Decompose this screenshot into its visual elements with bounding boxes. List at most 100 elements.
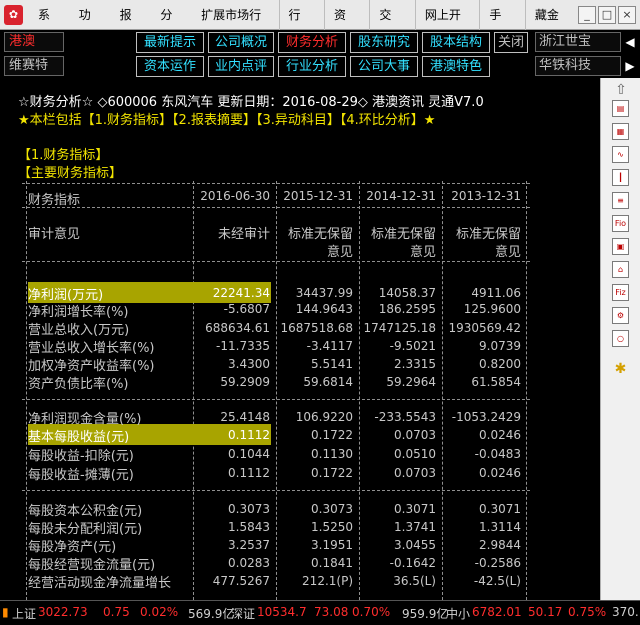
- audit-value: 标准无保留: [370, 227, 436, 242]
- menu-function[interactable]: 功能: [70, 0, 111, 52]
- tab-shareholder-research[interactable]: 股东研究: [350, 32, 418, 53]
- section-title: 【1.财务指标】: [18, 148, 109, 163]
- cell-value: 1930569.42: [448, 321, 521, 335]
- cell-value: 0.1841: [311, 556, 353, 570]
- menu-treasure[interactable]: 藏金阁: [524, 0, 578, 52]
- sh-label: 上证: [12, 607, 37, 621]
- cell-value: 2.9844: [479, 538, 521, 552]
- cell-value: 0.0246: [479, 466, 521, 480]
- tab-financial-analysis[interactable]: 财务分析: [278, 32, 346, 53]
- row-label: 每股资本公积金(元): [28, 504, 143, 519]
- circle-icon[interactable]: ○: [612, 330, 629, 347]
- audit-value-line2: 意见: [409, 245, 436, 260]
- tab-company-events[interactable]: 公司大事: [350, 56, 418, 77]
- cell-value: 5.5141: [311, 357, 353, 371]
- zx-change: 50.17: [528, 605, 563, 619]
- menu-mobile[interactable]: 手 机: [479, 0, 524, 52]
- f10-nav-bar: 港澳 维赛特 最新提示 公司概况 财务分析 股东研究 股本结构 关闭 资本运作 …: [0, 30, 640, 78]
- menu-open-account[interactable]: 网上开户: [414, 0, 480, 52]
- cell-value: 59.6814: [303, 375, 353, 389]
- zx-label: 中小: [446, 607, 471, 621]
- column-header: 2014-12-31: [366, 189, 436, 203]
- cell-value: 0.1722: [311, 466, 353, 480]
- cell-value: 0.0283: [228, 556, 270, 570]
- sz-pct: 0.70%: [352, 605, 391, 619]
- cell-value: 59.2909: [220, 375, 270, 389]
- cell-value: 0.0703: [394, 428, 436, 442]
- arrow-right-icon[interactable]: ▶: [622, 56, 638, 76]
- tab-share-structure[interactable]: 股本结构: [422, 32, 490, 53]
- financial-analysis-panel: ☆财务分析☆ ◇600006 东风汽车 更新日期：2016-08-29◇ 港澳资…: [0, 78, 600, 600]
- related-stock-bottom[interactable]: 华铁科技: [535, 56, 621, 76]
- row-label: 经营活动现金净流量增长: [28, 576, 172, 591]
- cell-value: 3.1951: [311, 538, 353, 552]
- menu-trade[interactable]: 交 易: [369, 0, 414, 52]
- cell-value: 9.0739: [479, 339, 521, 353]
- cell-value: 2.3315: [394, 357, 436, 371]
- related-stock-top[interactable]: 浙江世宝: [535, 32, 621, 52]
- status-marker-icon: ▮: [2, 605, 9, 619]
- grid-icon[interactable]: ▦: [612, 123, 629, 140]
- alt-stock-label[interactable]: 维赛特: [4, 56, 64, 76]
- audit-value: 未经审计: [217, 227, 270, 242]
- cell-value: 59.2964: [386, 375, 436, 389]
- cell-value: -5.6807: [223, 302, 270, 316]
- gear-icon[interactable]: ✱: [612, 362, 629, 379]
- row-label-basic-eps: 基本每股收益(元): [28, 430, 130, 445]
- tab-industry-comment[interactable]: 业内点评: [208, 56, 274, 77]
- zx-pct: 0.75%: [568, 605, 607, 619]
- home-icon[interactable]: ⌂: [612, 261, 629, 278]
- cell-value: 1747125.18: [363, 321, 436, 335]
- settings-icon[interactable]: ⚙: [612, 307, 629, 324]
- cell-value: 34437.99: [295, 286, 353, 300]
- minimize-button[interactable]: _: [578, 5, 596, 24]
- row-label: 每股净资产(元): [28, 540, 117, 555]
- cell-value: -11.7335: [216, 339, 270, 353]
- tab-capital-operation[interactable]: 资本运作: [136, 56, 204, 77]
- line-chart-icon[interactable]: ∿: [612, 146, 629, 163]
- menu-extended-market[interactable]: 扩展市场行情: [192, 0, 278, 52]
- table-divider: [526, 181, 527, 600]
- tab-latest-tips[interactable]: 最新提示: [136, 32, 204, 53]
- report-icon[interactable]: ▤: [612, 100, 629, 117]
- column-header: 2013-12-31: [451, 189, 521, 203]
- candle-icon[interactable]: ┃: [612, 169, 629, 186]
- current-stock-label[interactable]: 港澳: [4, 32, 64, 52]
- menu-analysis[interactable]: 分析: [151, 0, 192, 52]
- fiz-icon[interactable]: Fiz: [612, 284, 629, 301]
- audit-value-line2: 意见: [326, 245, 353, 260]
- menu-news[interactable]: 资 讯: [323, 0, 369, 52]
- cell-value: 1687518.68: [280, 321, 353, 335]
- menu-quote[interactable]: 报价: [111, 0, 152, 52]
- menu-market[interactable]: 行 情: [278, 0, 324, 52]
- row-label: 净利润增长率(%): [28, 305, 129, 320]
- app-logo-icon: ✿: [4, 4, 23, 25]
- header-label: 财务指标: [28, 193, 81, 208]
- cell-value: 0.1722: [311, 428, 353, 442]
- menu-system[interactable]: 系统: [29, 0, 70, 52]
- column-header: 2015-12-31: [283, 189, 353, 203]
- f10-icon[interactable]: ▣: [612, 238, 629, 255]
- cell-value: -233.5543: [374, 410, 436, 424]
- arrow-up-icon[interactable]: ⇧: [614, 82, 628, 98]
- tab-company-profile[interactable]: 公司概况: [208, 32, 274, 53]
- audit-label: 审计意见: [28, 227, 81, 242]
- cell-value: 125.9600: [463, 302, 521, 316]
- maximize-button[interactable]: □: [598, 5, 616, 24]
- tab-close[interactable]: 关闭: [494, 32, 528, 53]
- tab-industry-analysis[interactable]: 行业分析: [278, 56, 346, 77]
- audit-value: 标准无保留: [455, 227, 521, 242]
- sh-value: 3022.73: [38, 605, 88, 619]
- tab-gangao-features[interactable]: 港澳特色: [422, 56, 490, 77]
- cell-value: 688634.61: [205, 321, 270, 335]
- sh-pct: 0.02%: [140, 605, 179, 619]
- fio-icon[interactable]: Fio: [612, 215, 629, 232]
- sh-volume: 569.9亿: [188, 607, 235, 621]
- close-button[interactable]: ×: [618, 5, 636, 24]
- arrow-left-icon[interactable]: ◀: [622, 32, 638, 52]
- list-icon[interactable]: ≡: [612, 192, 629, 209]
- cell-value: 186.2595: [378, 302, 436, 316]
- cell-value: 0.3073: [311, 502, 353, 516]
- cell-value: -0.0483: [474, 447, 521, 461]
